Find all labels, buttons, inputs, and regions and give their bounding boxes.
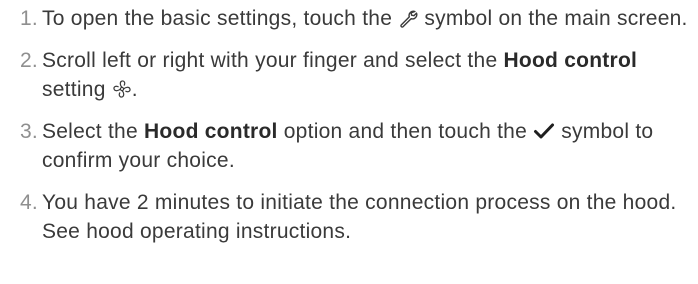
step-3: 3. Select the Hood control option and th… — [0, 117, 698, 175]
step-text: Scroll left or right with your finger an… — [42, 46, 698, 104]
wrench-icon — [398, 8, 418, 28]
option-name-hood-control: Hood control — [144, 120, 278, 143]
fan-icon — [112, 79, 132, 99]
step-text-before: Select the — [42, 120, 138, 143]
step-text: Select the Hood control option and then … — [42, 117, 698, 175]
step-text-before: Scroll left or right with your finger an… — [42, 49, 498, 72]
step-4: 4. You have 2 minutes to initiate the co… — [0, 188, 698, 246]
step-text: To open the basic settings, touch the sy… — [42, 4, 698, 33]
step-text-after: . — [131, 78, 138, 101]
step-text: You have 2 minutes to initiate the conne… — [42, 191, 677, 243]
step-1: 1. To open the basic settings, touch the… — [0, 4, 698, 33]
step-text-before: To open the basic settings, touch the — [42, 7, 393, 30]
step-text-middle: option and then touch the — [283, 120, 528, 143]
step-number: 4. — [20, 191, 39, 214]
step-number: 1. — [20, 7, 39, 30]
step-number: 3. — [20, 120, 39, 143]
step-text-middle: setting — [42, 78, 106, 101]
checkmark-icon — [533, 121, 555, 141]
step-number: 2. — [20, 49, 39, 72]
step-text-after: symbol on the main screen. — [424, 7, 688, 30]
step-2: 2. Scroll left or right with your finger… — [0, 46, 698, 104]
instruction-steps: 1. To open the basic settings, touch the… — [0, 0, 698, 246]
setting-name-hood-control: Hood control — [503, 49, 638, 72]
